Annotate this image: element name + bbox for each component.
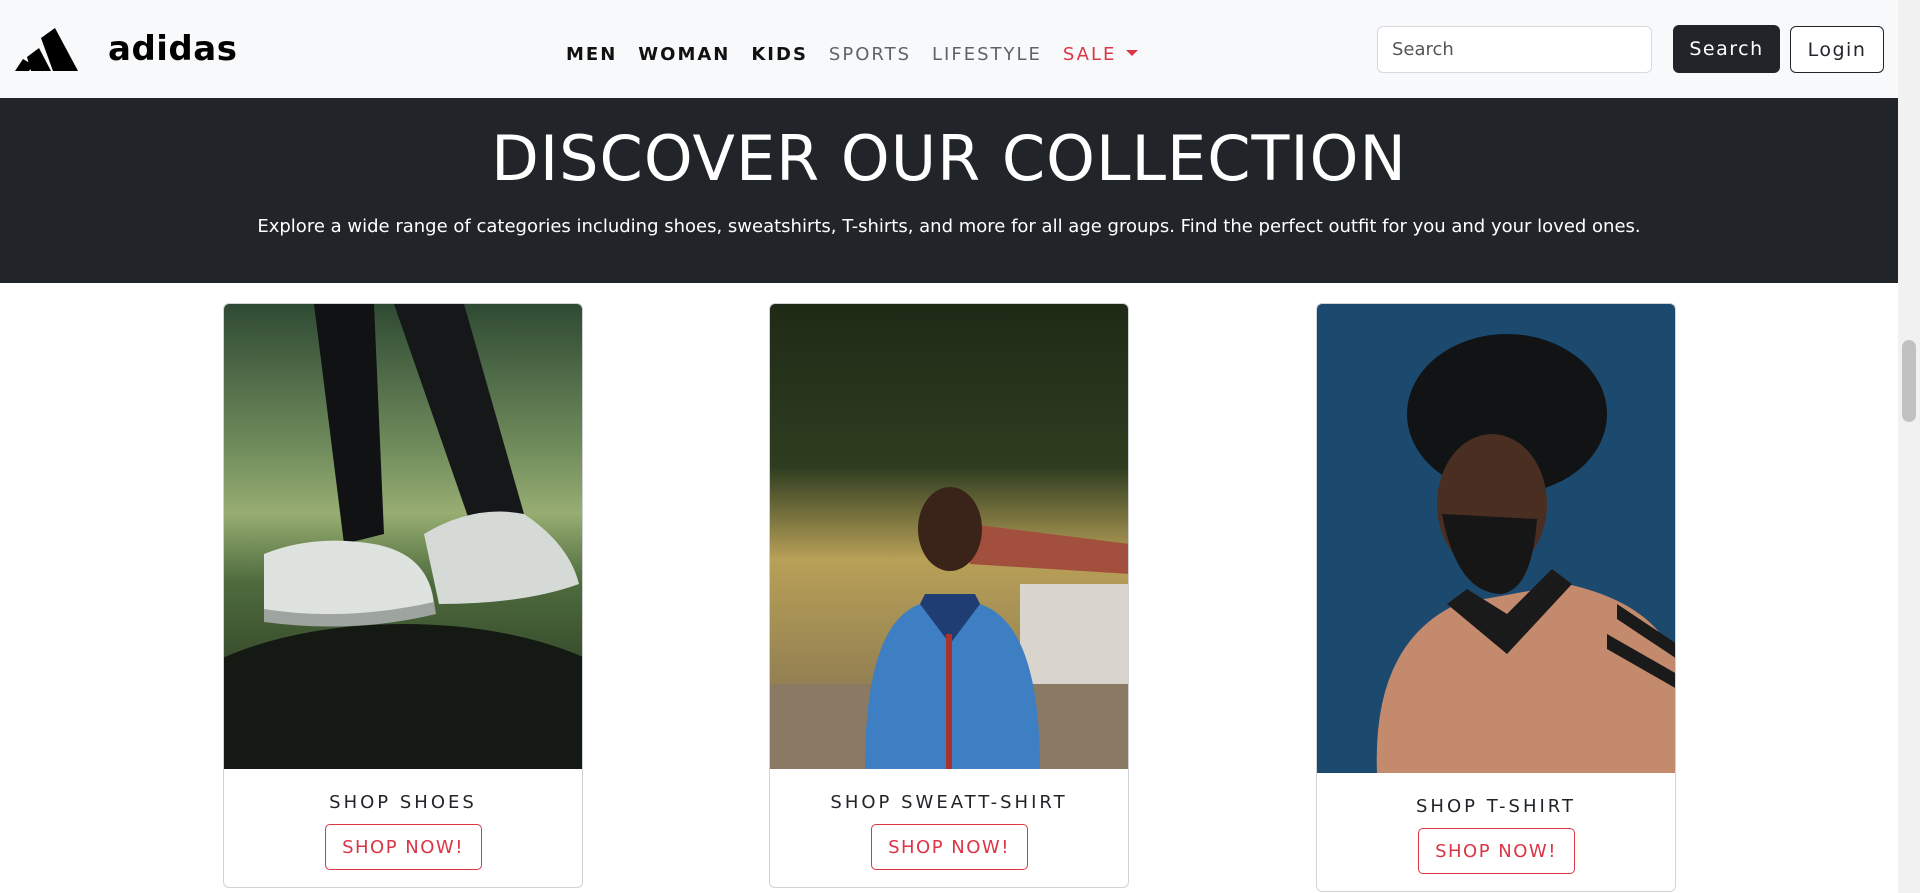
- category-card-shoes: SHOP SHOES SHOP NOW!: [223, 303, 583, 888]
- shop-now-button-tshirt[interactable]: SHOP NOW!: [1417, 828, 1575, 874]
- shoes-image: [224, 304, 582, 769]
- nav-sports[interactable]: SPORTS: [829, 44, 911, 65]
- adidas-logo-icon: [15, 28, 78, 71]
- hero-banner: DISCOVER OUR COLLECTION Explore a wide r…: [0, 98, 1898, 283]
- card-title-shoes: SHOP SHOES: [329, 792, 477, 813]
- page-scrollbar[interactable]: [1898, 0, 1920, 893]
- card-title-sweatshirt: SHOP SWEATT-SHIRT: [830, 792, 1068, 813]
- brand-name: adidas: [108, 29, 238, 69]
- hero-title: DISCOVER OUR COLLECTION: [491, 122, 1407, 195]
- hero-subtitle: Explore a wide range of categories inclu…: [257, 216, 1641, 237]
- sweatshirt-photo: [770, 304, 1128, 769]
- category-card-tshirt: SHOP T-SHIRT SHOP NOW!: [1316, 303, 1676, 892]
- card-title-tshirt: SHOP T-SHIRT: [1415, 796, 1576, 817]
- caret-down-icon: [1126, 49, 1139, 56]
- tshirt-image: [1317, 304, 1675, 773]
- brand-logo-link[interactable]: adidas: [15, 28, 237, 71]
- search-button[interactable]: Search: [1673, 25, 1780, 73]
- category-card-sweatshirt: SHOP SWEATT-SHIRT SHOP NOW!: [769, 303, 1129, 888]
- main-nav: MEN WOMAN KIDS SPORTS LIFESTYLE SALE: [566, 44, 1139, 65]
- search-input[interactable]: [1377, 26, 1652, 73]
- sweatshirt-image: [770, 304, 1128, 769]
- nav-sale-label: SALE: [1062, 44, 1117, 65]
- shoes-photo: [224, 304, 582, 769]
- nav-sale-dropdown[interactable]: SALE: [1062, 44, 1139, 65]
- shop-now-button-sweatshirt[interactable]: SHOP NOW!: [870, 824, 1028, 870]
- scrollbar-thumb[interactable]: [1902, 340, 1916, 422]
- nav-men[interactable]: MEN: [566, 44, 617, 65]
- nav-woman[interactable]: WOMAN: [638, 44, 730, 65]
- tshirt-photo: [1317, 304, 1675, 773]
- navbar: adidas MEN WOMAN KIDS SPORTS LIFESTYLE S…: [0, 0, 1898, 98]
- shop-now-button-shoes[interactable]: SHOP NOW!: [324, 824, 482, 870]
- nav-kids[interactable]: KIDS: [751, 44, 808, 65]
- login-button[interactable]: Login: [1790, 26, 1884, 73]
- nav-lifestyle[interactable]: LIFESTYLE: [932, 44, 1042, 65]
